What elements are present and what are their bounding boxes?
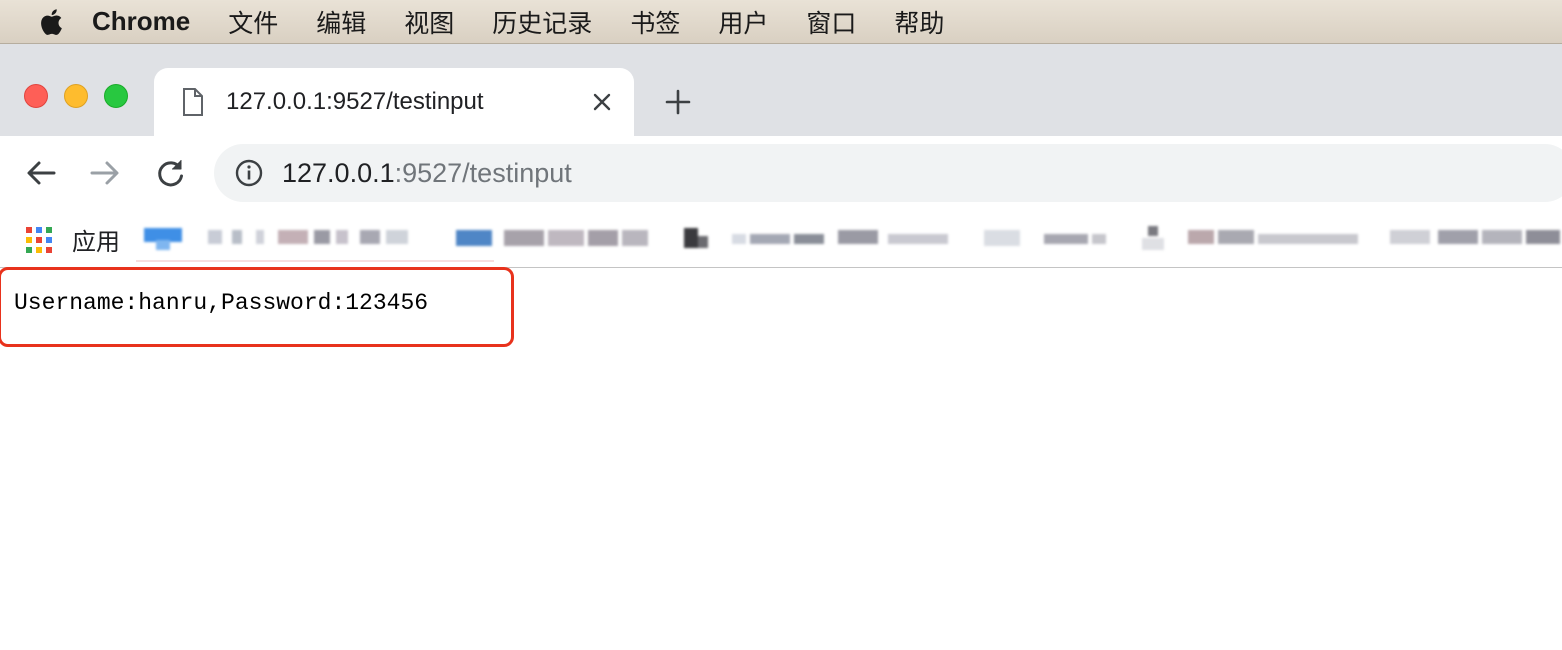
address-bar[interactable]: 127.0.0.1:9527/testinput — [214, 144, 1562, 202]
browser-toolbar: 127.0.0.1:9527/testinput — [0, 136, 1562, 210]
bookmark-item-blurred-6[interactable] — [1390, 226, 1562, 250]
apple-logo-icon[interactable] — [36, 7, 70, 37]
bookmark-item-blurred-3[interactable] — [684, 226, 954, 250]
chrome-window: 127.0.0.1:9527/testinput 127.0.0.1:9527/… — [0, 44, 1562, 650]
app-menu-chrome[interactable]: Chrome — [92, 6, 190, 37]
bookmarks-bar: 应用 — [0, 210, 1562, 268]
reload-icon[interactable] — [154, 156, 188, 190]
page-icon — [183, 88, 203, 116]
tab-close-icon[interactable] — [590, 90, 614, 114]
tab-active[interactable]: 127.0.0.1:9527/testinput — [154, 68, 634, 136]
response-text: Username:hanru,Password:123456 — [14, 290, 429, 316]
bookmark-item-blurred-4[interactable] — [984, 226, 1114, 250]
window-maximize-button[interactable] — [104, 84, 128, 108]
menu-history[interactable]: 历史记录 — [492, 4, 592, 40]
forward-arrow-icon[interactable] — [88, 156, 122, 190]
menu-window[interactable]: 窗口 — [806, 4, 856, 40]
menu-file[interactable]: 文件 — [228, 4, 278, 40]
menu-people[interactable]: 用户 — [718, 4, 768, 40]
info-icon[interactable] — [234, 158, 264, 188]
apps-grid-icon — [26, 226, 52, 253]
bookmark-item-blurred-1[interactable] — [144, 226, 484, 250]
new-tab-plus-icon[interactable] — [664, 88, 692, 116]
bookmark-underline — [136, 260, 494, 262]
menu-help[interactable]: 帮助 — [894, 4, 944, 40]
window-minimize-button[interactable] — [64, 84, 88, 108]
bookmark-item-blurred-2[interactable] — [456, 226, 652, 250]
macos-menu-bar: Chrome 文件 编辑 视图 历史记录 书签 用户 窗口 帮助 — [0, 0, 1562, 44]
tab-strip: 127.0.0.1:9527/testinput — [0, 44, 1562, 136]
apps-label: 应用 — [72, 228, 120, 256]
back-arrow-icon[interactable] — [24, 156, 58, 190]
url-text[interactable]: 127.0.0.1:9527/testinput — [282, 158, 572, 189]
menu-view[interactable]: 视图 — [404, 4, 454, 40]
page-content: Username:hanru,Password:123456 — [0, 267, 1562, 650]
menu-bookmarks[interactable]: 书签 — [630, 4, 680, 40]
url-host: 127.0.0.1 — [282, 157, 395, 188]
url-path: :9527/testinput — [394, 157, 572, 188]
menu-edit[interactable]: 编辑 — [316, 4, 366, 40]
apps-shortcut[interactable]: 应用 — [26, 222, 120, 257]
tab-title: 127.0.0.1:9527/testinput — [226, 88, 484, 115]
window-close-button[interactable] — [24, 84, 48, 108]
bookmark-item-blurred-5[interactable] — [1142, 226, 1362, 250]
